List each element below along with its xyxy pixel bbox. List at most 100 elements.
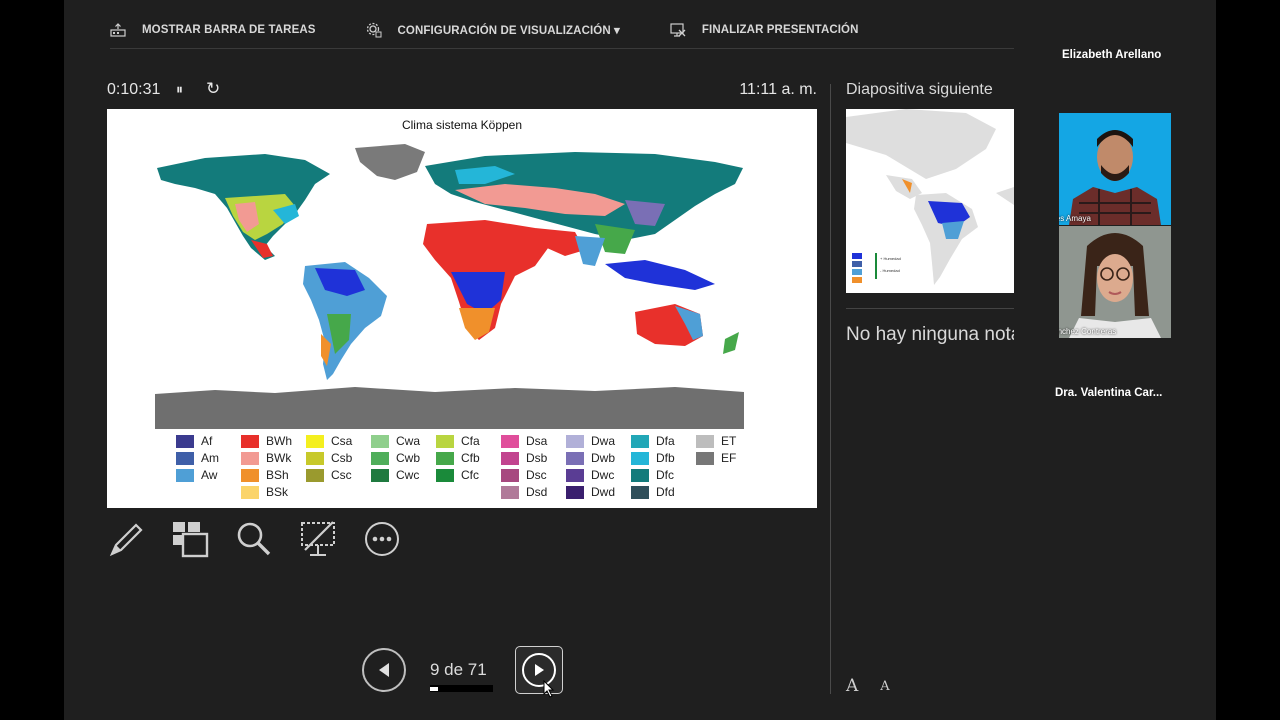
legend-item-bsh: BSh [241,468,289,482]
more-options-button[interactable] [363,520,401,558]
legend-item-cfa: Cfa [436,434,480,448]
next-slide-button[interactable] [515,646,563,694]
legend-item-ef: EF [696,451,736,465]
participant-video-1-name: Josue Reyes Amaya [1059,214,1091,223]
legend-item-dsd: Dsd [501,485,547,499]
legend-item-csa: Csa [306,434,352,448]
legend-label: Cfb [461,451,480,465]
show-taskbar-label: MOSTRAR BARRA DE TAREAS [142,24,316,36]
legend-item-dwd: Dwd [566,485,615,499]
next-slide-label: Diapositiva siguiente [846,81,993,98]
legend-item-dsa: Dsa [501,434,547,448]
current-time: 11:11 a. m. [739,81,817,98]
legend-swatch [436,451,454,465]
legend-swatch [631,434,649,448]
legend-label: Cwb [396,451,421,465]
triangle-left-icon [379,663,389,677]
legend-swatch [631,451,649,465]
legend-item-dsb: Dsb [501,451,547,465]
koppen-legend: Af Am Aw BWh BWk BSh BSk Csa Csb Csc Cwa Cwb Cwc Cfa C… [176,434,776,504]
legend-swatch [501,485,519,499]
toolbar-divider [110,48,1014,49]
legend-swatch [696,434,714,448]
legend-item-aw: Aw [176,468,217,482]
zoom-button[interactable] [235,520,273,558]
legend-label: EF [721,451,737,465]
presenter-view: MOSTRAR BARRA DE TAREAS CONFIGURACIÓN DE… [64,0,1216,720]
legend-swatch [501,468,519,482]
slide-title: Clima sistema Köppen [401,118,523,132]
pause-timer-icon[interactable]: ⏸ [176,81,183,98]
legend-label: Dfc [656,468,674,482]
speaker-notes[interactable]: No hay ninguna nota. [846,324,1014,346]
thumb-legend-humid: + Humedad [880,256,901,261]
legend-label: BWh [266,434,293,448]
display-settings-label: CONFIGURACIÓN DE VISUALIZACIÓN ▾ [397,25,620,37]
legend-swatch [566,451,584,465]
legend-item-csb: Csb [306,451,352,465]
legend-swatch [371,434,389,448]
legend-label: Csa [331,434,353,448]
participant-video-1[interactable]: Josue Reyes Amaya [1059,113,1171,225]
legend-swatch [436,434,454,448]
pen-tool-button[interactable] [107,520,145,558]
legend-swatch [241,468,259,482]
legend-item-dwa: Dwa [566,434,615,448]
slide-counter[interactable]: 9 de 71 [430,660,487,680]
font-size-controls: A A [846,676,912,696]
legend-swatch [566,468,584,482]
legend-label: Csb [331,451,353,465]
end-presentation-label: FINALIZAR PRESENTACIÓN [701,24,859,36]
legend-label: Dfa [656,434,675,448]
display-settings-button[interactable]: CONFIGURACIÓN DE VISUALIZACIÓN ▾ [366,22,620,38]
legend-item-csc: Csc [306,468,352,482]
legend-item-dfa: Dfa [631,434,675,448]
legend-item-dfb: Dfb [631,451,675,465]
decrease-font-button[interactable]: A [880,676,889,696]
legend-item-bsk: BSk [241,485,288,499]
americas-map-thumbnail [846,109,1014,293]
end-slideshow-icon [670,23,686,37]
previous-slide-button[interactable] [362,648,406,692]
legend-label: Cfc [461,468,479,482]
legend-label: Cwa [396,434,421,448]
more-icon [365,522,399,556]
legend-swatch [176,451,194,465]
participant-photo-1 [1059,113,1171,225]
legend-swatch [241,485,259,499]
legend-item-cfc: Cfc [436,468,479,482]
participant-video-2[interactable]: Adriana Sánchez Contreras [1059,226,1171,338]
current-slide[interactable]: Clima sistema Köppen Af Am Aw BWh BWk BS… [107,109,817,508]
triangle-right-icon [535,664,544,676]
legend-label: BSk [266,485,289,499]
legend-item-cfb: Cfb [436,451,480,465]
end-presentation-button[interactable]: FINALIZAR PRESENTACIÓN [670,22,859,38]
legend-item-cwa: Cwa [371,434,420,448]
legend-item-dfc: Dfc [631,468,674,482]
legend-label: Cwc [396,468,420,482]
legend-label: Dsa [526,434,548,448]
reset-timer-icon[interactable]: ↻ [206,79,220,99]
legend-swatch [176,468,194,482]
black-screen-button[interactable] [299,520,337,558]
legend-swatch [176,434,194,448]
pen-icon [109,523,143,557]
legend-item-am: Am [176,451,219,465]
legend-item-af: Af [176,434,212,448]
slide-tools [107,520,427,558]
legend-swatch [566,434,584,448]
legend-item-bwk: BWk [241,451,291,465]
next-slide-thumbnail[interactable]: + Humedad - Humedad [846,109,1014,293]
legend-label: BSh [266,468,289,482]
legend-label: Dfd [656,485,675,499]
gear-icon [366,22,382,38]
legend-item-dfd: Dfd [631,485,675,499]
legend-label: Dwa [591,434,616,448]
show-taskbar-button[interactable]: MOSTRAR BARRA DE TAREAS [110,23,316,37]
legend-label: Dwc [591,468,615,482]
legend-swatch [501,434,519,448]
legend-item-dwc: Dwc [566,468,614,482]
see-all-slides-button[interactable] [171,520,209,558]
increase-font-button[interactable]: A [846,676,858,696]
slide-progress-fill [430,687,438,691]
